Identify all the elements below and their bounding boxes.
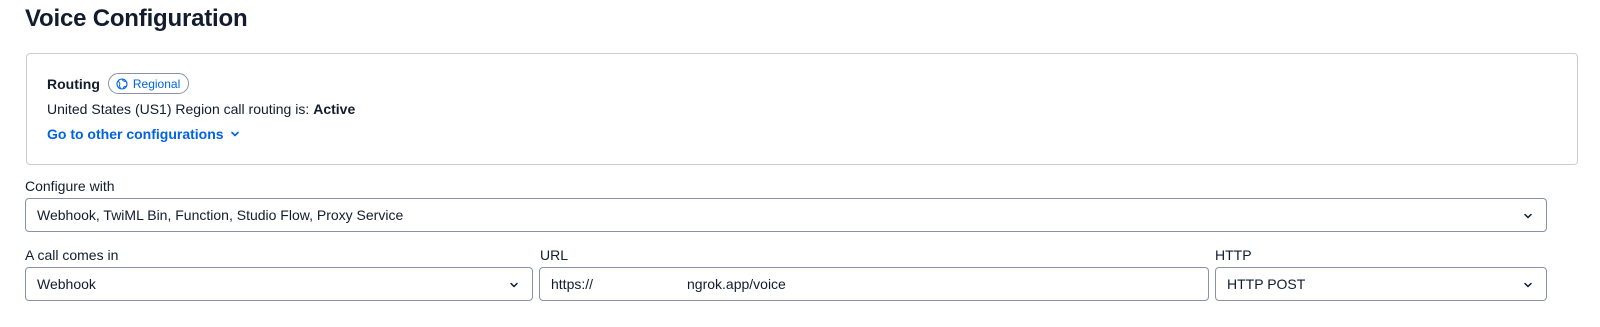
- url-redaction: [602, 273, 686, 295]
- http-method-value: HTTP POST: [1227, 276, 1306, 292]
- call-comes-in-value: Webhook: [37, 276, 96, 292]
- routing-label: Routing: [47, 75, 100, 92]
- globe-icon: [116, 77, 128, 90]
- other-configurations-link[interactable]: Go to other configurations: [47, 126, 240, 142]
- configure-with-label: Configure with: [25, 178, 115, 194]
- url-input[interactable]: https:// ngrok.app/voice: [539, 267, 1209, 301]
- other-configurations-label: Go to other configurations: [47, 126, 224, 142]
- call-comes-in-select[interactable]: Webhook: [25, 267, 533, 301]
- chevron-down-icon: [1524, 213, 1532, 219]
- url-label: URL: [540, 247, 569, 263]
- configure-with-value: Webhook, TwiML Bin, Function, Studio Flo…: [37, 207, 404, 223]
- other-configurations-row: Go to other configurations: [47, 126, 240, 142]
- call-comes-in-label: A call comes in: [25, 247, 119, 263]
- http-method-select[interactable]: HTTP POST: [1215, 267, 1547, 301]
- regional-badge: Regional: [107, 73, 190, 94]
- chevron-down-icon: [230, 131, 239, 137]
- configure-with-select[interactable]: Webhook, TwiML Bin, Function, Studio Flo…: [25, 198, 1547, 232]
- chevron-down-icon: [510, 282, 518, 288]
- regional-badge-label: Regional: [132, 76, 181, 91]
- http-label: HTTP: [1215, 247, 1252, 263]
- routing-card: Routing Regional United States (US1) Reg…: [26, 53, 1578, 165]
- routing-status: United States (US1) Region call routing …: [47, 101, 355, 117]
- routing-status-text: United States (US1) Region call routing …: [47, 101, 310, 117]
- url-prefix: https://: [551, 276, 594, 292]
- url-suffix: ngrok.app/voice: [687, 276, 786, 292]
- chevron-down-icon: [1524, 282, 1532, 288]
- routing-status-value: Active: [313, 101, 356, 117]
- routing-header: Routing Regional: [47, 73, 190, 94]
- page-title: Voice Configuration: [25, 5, 248, 32]
